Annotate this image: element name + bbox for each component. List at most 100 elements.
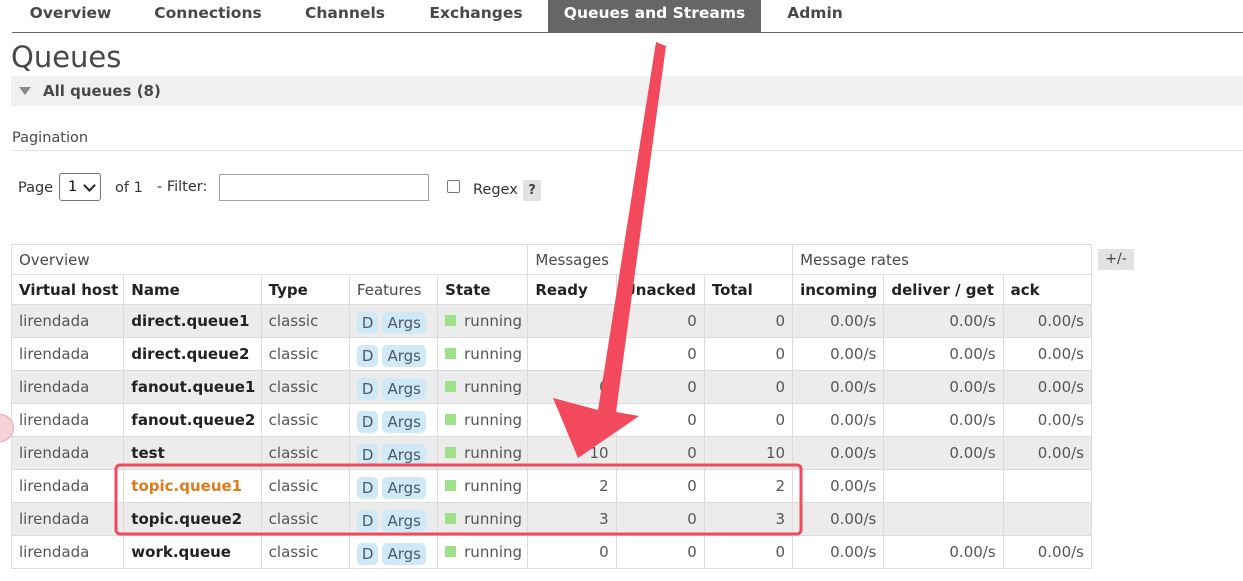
toggle-columns-button[interactable]: +/-	[1098, 249, 1134, 270]
type-cell: classic	[260, 403, 350, 437]
total-cell: 0	[703, 370, 794, 404]
col-incoming[interactable]: incoming	[792, 274, 885, 305]
state-cell: running	[437, 370, 529, 404]
incoming-cell: 0.00/s	[792, 403, 885, 437]
ack-cell: 0.00/s	[1002, 370, 1093, 404]
page-of-label: of 1	[115, 180, 143, 196]
features-cell: D Args	[348, 370, 439, 404]
ack-cell	[1002, 502, 1093, 536]
table-row: lirendada topic.queue1 classic D Args run…	[10, 469, 1093, 503]
col-name[interactable]: Name	[123, 274, 262, 305]
col-ack[interactable]: ack	[1002, 274, 1093, 305]
durable-tag: D	[356, 542, 379, 565]
queue-name-link[interactable]: topic.queue2	[123, 502, 262, 536]
col-features: Features	[348, 274, 439, 305]
state-label: running	[464, 477, 523, 495]
regex-label: Regex	[473, 182, 518, 198]
queue-name-link[interactable]: direct.queue2	[123, 337, 262, 371]
incoming-cell: 0.00/s	[792, 304, 885, 338]
queues-table: Overview Messages Message rates Virtual …	[10, 244, 1093, 569]
col-ready[interactable]: Ready	[527, 274, 617, 305]
durable-tag: D	[356, 410, 379, 433]
incoming-cell: 0.00/s	[792, 436, 885, 470]
ready-cell	[527, 403, 617, 437]
collapse-triangle-icon	[19, 87, 31, 95]
filter-input[interactable]	[219, 174, 429, 201]
regex-checkbox[interactable]	[447, 180, 460, 193]
durable-tag: D	[356, 377, 379, 400]
group-header-message-rates: Message rates	[792, 244, 1092, 275]
state-cell: running	[437, 403, 529, 437]
args-tag: Args	[382, 311, 426, 334]
tab-channels[interactable]: Channels	[295, 0, 395, 32]
queue-name-link[interactable]: fanout.queue1	[123, 370, 262, 404]
ack-cell: 0.00/s	[1002, 436, 1093, 470]
type-cell: classic	[260, 535, 350, 569]
queue-name-link[interactable]: topic.queue1	[123, 469, 262, 503]
durable-tag: D	[356, 344, 379, 367]
state-cell: running	[437, 535, 529, 569]
deliver-get-cell	[883, 469, 1004, 503]
col-virtual-host[interactable]: Virtual host	[10, 274, 125, 305]
col-state[interactable]: State	[437, 274, 529, 305]
tab-overview[interactable]: Overview	[12, 0, 129, 32]
incoming-cell: 0.00/s	[792, 370, 885, 404]
group-header-messages: Messages	[527, 244, 794, 275]
ready-cell: 0	[527, 535, 617, 569]
all-queues-toggle[interactable]: All queues (8)	[11, 76, 1243, 106]
queue-name-link[interactable]: work.queue	[123, 535, 262, 569]
queue-name-link[interactable]: test	[123, 436, 262, 470]
ready-cell: 10	[527, 436, 617, 470]
args-tag: Args	[382, 410, 426, 433]
durable-tag: D	[356, 476, 379, 499]
state-label: running	[464, 312, 523, 330]
queue-name-link[interactable]: fanout.queue2	[123, 403, 262, 437]
deliver-get-cell: 0.00/s	[883, 304, 1004, 338]
ready-cell: 0	[527, 370, 617, 404]
tab-exchanges[interactable]: Exchanges	[420, 0, 532, 32]
ack-cell: 0.00/s	[1002, 403, 1093, 437]
features-cell: D Args	[348, 403, 439, 437]
page-select-value: 1	[68, 179, 78, 195]
state-label: running	[464, 411, 523, 429]
state-label: running	[464, 345, 523, 363]
vhost-cell: lirendada	[10, 403, 125, 437]
total-cell: 10	[703, 436, 794, 470]
col-unacked[interactable]: Unacked	[615, 274, 705, 305]
state-label: running	[464, 378, 523, 396]
unacked-cell: 0	[615, 337, 705, 371]
top-nav: Overview Connections Channels Exchanges …	[12, 0, 1243, 33]
running-status-icon	[445, 546, 457, 557]
ack-cell: 0.00/s	[1002, 535, 1093, 569]
page-title: Queues	[11, 40, 122, 74]
running-status-icon	[445, 414, 457, 425]
unacked-cell: 0	[615, 502, 705, 536]
durable-tag: D	[356, 311, 379, 334]
args-tag: Args	[382, 344, 426, 367]
group-header-overview: Overview	[10, 244, 529, 275]
col-type[interactable]: Type	[260, 274, 350, 305]
type-cell: classic	[260, 337, 350, 371]
filter-label: - Filter:	[157, 179, 208, 195]
col-deliver-get[interactable]: deliver / get	[883, 274, 1004, 305]
queue-name-link[interactable]: direct.queue1	[123, 304, 262, 338]
ready-cell: 3	[527, 502, 617, 536]
tab-admin[interactable]: Admin	[780, 0, 850, 32]
vhost-cell: lirendada	[10, 535, 125, 569]
page-select[interactable]: 1	[59, 173, 101, 201]
running-status-icon	[445, 348, 457, 359]
unacked-cell: 0	[615, 370, 705, 404]
features-cell: D Args	[348, 337, 439, 371]
tab-queues-and-streams[interactable]: Queues and Streams	[548, 0, 761, 32]
table-row: lirendada fanout.queue2 classic D Args ru…	[10, 403, 1093, 437]
vhost-cell: lirendada	[10, 304, 125, 338]
regex-help-button[interactable]: ?	[523, 180, 541, 201]
pagination-label[interactable]: Pagination	[12, 130, 88, 146]
tab-connections[interactable]: Connections	[144, 0, 272, 32]
unacked-cell: 0	[615, 403, 705, 437]
state-cell: running	[437, 304, 529, 338]
total-cell: 3	[703, 502, 794, 536]
col-total[interactable]: Total	[703, 274, 794, 305]
state-label: running	[464, 543, 523, 561]
type-cell: classic	[260, 502, 350, 536]
